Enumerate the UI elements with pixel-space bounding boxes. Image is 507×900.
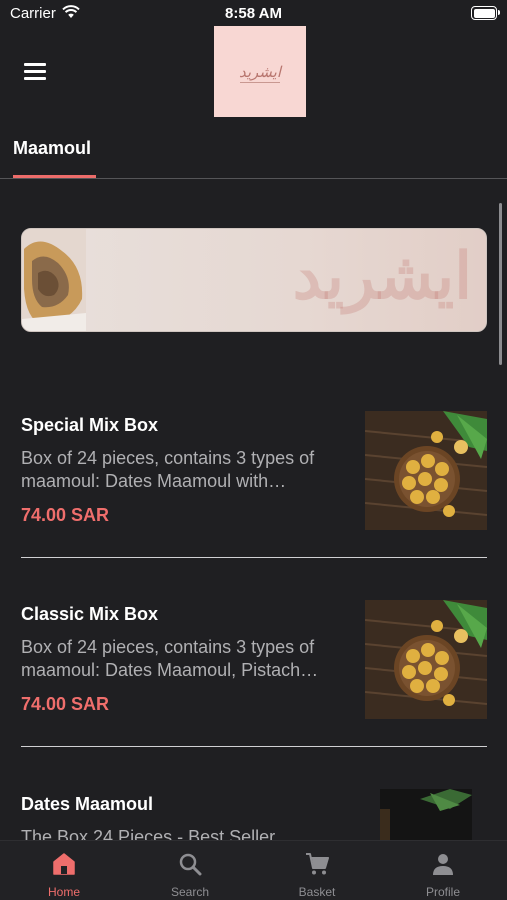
product-price: 74.00 SAR — [21, 694, 110, 714]
product-image — [380, 789, 472, 840]
product-item[interactable]: Classic Mix Box Box of 24 pieces, contai… — [0, 600, 507, 722]
maamoul-photo — [22, 229, 86, 331]
banner-watermark: ايشريد — [292, 239, 472, 314]
nav-profile[interactable]: Profile — [380, 841, 506, 900]
cart-icon — [306, 853, 329, 875]
product-image — [365, 411, 487, 530]
product-item[interactable]: Special Mix Box Box of 24 pieces, contai… — [0, 410, 507, 532]
nav-label: Basket — [298, 885, 336, 899]
product-title: Dates Maamoul — [21, 794, 154, 814]
product-item[interactable]: Dates Maamoul The Box 24 Pieces - Best S… — [0, 789, 507, 840]
tab-maamoul[interactable]: Maamoul — [13, 138, 91, 159]
product-title: Classic Mix Box — [21, 604, 159, 624]
battery-icon — [471, 6, 500, 20]
person-icon — [433, 854, 453, 875]
brand-logo[interactable]: ايشريد — [214, 26, 306, 117]
clock: 8:58 AM — [225, 5, 282, 22]
bottom-tab-bar: Home Search Basket Profile — [0, 840, 507, 900]
scrollbar[interactable] — [499, 203, 502, 365]
nav-home[interactable]: Home — [1, 841, 127, 900]
logo-text: ايشريد — [238, 62, 282, 81]
nav-basket[interactable]: Basket — [254, 841, 380, 900]
list-divider — [21, 746, 487, 747]
hamburger-icon — [24, 63, 46, 66]
home-icon — [53, 853, 75, 875]
menu-button[interactable] — [22, 60, 48, 82]
promo-banner[interactable]: ايشريد — [21, 228, 487, 332]
search-icon — [179, 853, 202, 876]
product-image — [365, 600, 487, 719]
list-divider — [21, 557, 487, 558]
product-description: Box of 24 pieces, contains 3 types of ma… — [21, 448, 315, 491]
status-bar: Carrier 8:58 AM — [0, 0, 507, 26]
nav-label: Home — [47, 885, 80, 899]
product-description: The Box 24 Pieces - Best Seller — [21, 827, 276, 840]
nav-label: Search — [170, 885, 210, 899]
product-title: Special Mix Box — [21, 415, 159, 435]
product-price: 74.00 SAR — [21, 505, 110, 525]
product-description: Box of 24 pieces, contains 3 types of ma… — [21, 637, 319, 680]
tab-divider — [0, 178, 507, 179]
nav-search[interactable]: Search — [127, 841, 253, 900]
nav-label: Profile — [425, 885, 460, 899]
